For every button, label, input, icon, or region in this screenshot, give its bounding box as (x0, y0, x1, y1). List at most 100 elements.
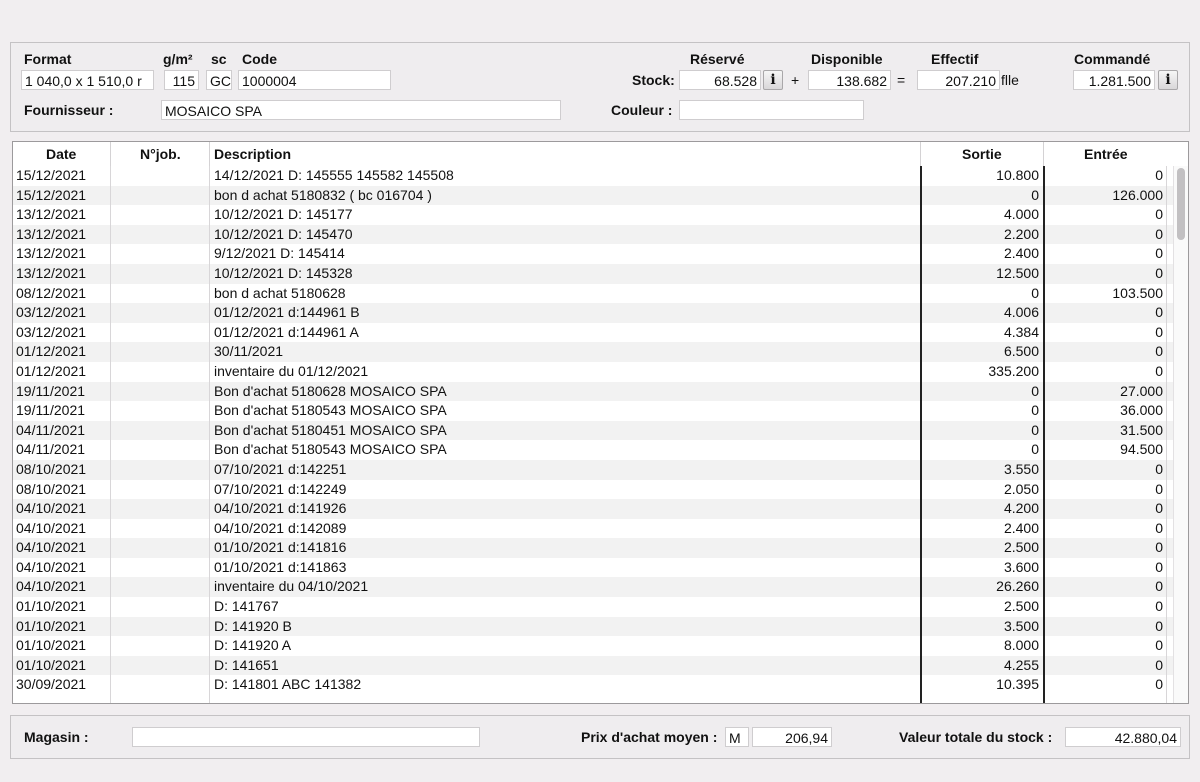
cell-sortie: 0 (1031, 421, 1039, 438)
cell-entree: 0 (1155, 343, 1163, 360)
code-field[interactable]: 1000004 (238, 70, 391, 90)
table-header: Date N°job. Description Sortie Entrée (13, 142, 1173, 166)
table-row[interactable]: 13/12/2021 10/12/2021 D: 145470 2.200 0 (13, 224, 1173, 245)
col-sortie-header[interactable]: Sortie (962, 142, 1002, 166)
effectif-field[interactable]: 207.210 (917, 70, 1000, 90)
table-row[interactable]: 01/10/2021 D: 141920 B 3.500 0 (13, 616, 1173, 637)
prix-field[interactable]: 206,94 (752, 727, 832, 747)
vertical-scrollbar[interactable] (1173, 166, 1188, 703)
table-row[interactable]: 04/10/2021 01/10/2021 d:141863 3.600 0 (13, 558, 1173, 578)
cell-job (113, 617, 205, 637)
code-label: Code (242, 51, 277, 67)
col-job-header[interactable]: N°job. (140, 142, 181, 166)
cell-entree: 27.000 (1120, 382, 1163, 399)
cell-date: 03/12/2021 (16, 304, 87, 321)
col-date-header[interactable]: Date (46, 142, 76, 166)
table-row[interactable]: 03/12/2021 01/12/2021 d:144961 A 4.384 0 (13, 323, 1173, 343)
scrollbar-thumb[interactable] (1177, 168, 1185, 240)
cell-entree: 0 (1155, 676, 1163, 693)
cell-date: 13/12/2021 (16, 245, 87, 262)
cell-sortie: 4.255 (1003, 656, 1039, 673)
cell-entree: 0 (1155, 539, 1163, 556)
cell-sortie: 2.200 (1003, 225, 1039, 242)
cell-job (113, 558, 205, 578)
table-row[interactable]: 15/12/2021 14/12/2021 D: 145555 145582 14… (13, 166, 1173, 186)
table-row[interactable]: 08/12/2021 bon d achat 5180628 0 103.500 (13, 284, 1173, 304)
cell-sortie: 2.050 (1003, 480, 1039, 497)
cell-description: D: 141920 A (214, 637, 292, 654)
format-field[interactable]: 1 040,0 x 1 510,0 r (21, 70, 154, 90)
cell-sortie: 12.500 (996, 264, 1039, 281)
table-row[interactable]: 04/10/2021 inventaire du 04/10/2021 26.260… (13, 577, 1173, 598)
equals-sign: = (897, 72, 906, 88)
table-row[interactable]: 01/12/2021 inventaire du 01/12/2021 335.20… (13, 362, 1173, 382)
unit-label: flle (1001, 72, 1019, 88)
commande-info-button[interactable]: i (1158, 70, 1178, 90)
cell-entree: 0 (1155, 167, 1163, 183)
table-row[interactable]: 01/10/2021 D: 141920 A 8.000 0 (13, 636, 1173, 656)
cell-job (113, 440, 205, 460)
table-row[interactable]: 04/11/2021 Bon d'achat 5180543 MOSAICO SP… (13, 440, 1173, 460)
couleur-label: Couleur : (611, 102, 673, 118)
table-row[interactable]: 19/11/2021 Bon d'achat 5180628 MOSAICO SP… (13, 381, 1173, 402)
col-separator (920, 142, 921, 166)
movements-table[interactable]: Date N°job. Description Sortie Entrée 15… (12, 141, 1189, 704)
table-row[interactable]: 15/12/2021 bon d achat 5180832 ( bc 01670… (13, 185, 1173, 206)
table-row[interactable]: 13/12/2021 10/12/2021 D: 145328 12.500 0 (13, 263, 1173, 284)
cell-job (113, 460, 205, 480)
table-row[interactable]: 19/11/2021 Bon d'achat 5180543 MOSAICO SP… (13, 401, 1173, 421)
stock-label: Stock: (632, 72, 675, 88)
magasin-field[interactable] (132, 727, 480, 747)
plus-sign: + (791, 72, 800, 88)
cell-description: Bon d'achat 5180543 MOSAICO SPA (214, 402, 447, 419)
col-entree-header[interactable]: Entrée (1084, 142, 1128, 166)
cell-date: 04/11/2021 (16, 421, 86, 438)
table-row[interactable]: 01/10/2021 D: 141651 4.255 0 (13, 655, 1173, 676)
cell-entree: 0 (1155, 598, 1163, 615)
cell-entree: 0 (1155, 656, 1163, 673)
col-description-header[interactable]: Description (214, 142, 291, 166)
cell-entree: 126.000 (1112, 186, 1163, 203)
gsm-field[interactable]: 115 (164, 70, 199, 90)
commande-label: Commandé (1074, 51, 1151, 67)
table-row[interactable]: 04/10/2021 01/10/2021 d:141816 2.500 0 (13, 538, 1173, 558)
table-row[interactable]: 13/12/2021 10/12/2021 D: 145177 4.000 0 (13, 205, 1173, 225)
disponible-field[interactable]: 138.682 (808, 70, 891, 90)
table-row[interactable]: 08/10/2021 07/10/2021 d:142251 3.550 0 (13, 459, 1173, 480)
cell-sortie: 4.384 (1003, 323, 1039, 340)
cell-description: 10/12/2021 D: 145328 (214, 264, 353, 281)
valeur-field[interactable]: 42.880,04 (1065, 727, 1181, 747)
table-row[interactable]: 04/10/2021 04/10/2021 d:142089 2.400 0 (13, 519, 1173, 539)
cell-job (113, 636, 205, 656)
sc-field[interactable]: GC (206, 70, 232, 90)
cell-job (113, 577, 205, 597)
cell-date: 30/09/2021 (16, 676, 87, 693)
cell-description: 01/12/2021 d:144961 A (214, 323, 359, 340)
cell-job (113, 382, 205, 402)
valeur-label: Valeur totale du stock : (899, 729, 1053, 745)
cell-date: 03/12/2021 (16, 323, 87, 340)
couleur-field[interactable] (679, 100, 864, 120)
cell-job (113, 166, 205, 186)
reserve-field[interactable]: 68.528 (679, 70, 761, 90)
table-row[interactable]: 01/12/2021 30/11/2021 6.500 0 (13, 342, 1173, 362)
table-row[interactable]: 13/12/2021 9/12/2021 D: 145414 2.400 0 (13, 244, 1173, 264)
disponible-label: Disponible (811, 51, 883, 67)
table-row[interactable]: 04/10/2021 04/10/2021 d:141926 4.200 0 (13, 499, 1173, 519)
table-row[interactable]: 01/10/2021 D: 141767 2.500 0 (13, 597, 1173, 617)
table-row[interactable]: 30/09/2021 D: 141801 ABC 141382 10.395 0 (13, 675, 1173, 695)
table-row[interactable]: 03/12/2021 01/12/2021 d:144961 B 4.006 0 (13, 303, 1173, 323)
cell-job (113, 342, 205, 362)
cell-date: 01/10/2021 (16, 656, 87, 673)
commande-field[interactable]: 1.281.500 (1073, 70, 1155, 90)
fournisseur-field[interactable]: MOSAICO SPA (161, 100, 561, 120)
cell-date: 13/12/2021 (16, 225, 87, 242)
cell-entree: 103.500 (1112, 284, 1163, 301)
table-row[interactable]: 04/11/2021 Bon d'achat 5180451 MOSAICO SP… (13, 420, 1173, 441)
cell-description: Bon d'achat 5180543 MOSAICO SPA (214, 441, 447, 458)
reserve-info-button[interactable]: i (763, 70, 783, 90)
cell-sortie: 10.800 (996, 167, 1039, 183)
cell-sortie: 0 (1031, 284, 1039, 301)
prix-unit-field[interactable]: M (725, 727, 749, 747)
table-row[interactable]: 08/10/2021 07/10/2021 d:142249 2.050 0 (13, 480, 1173, 500)
